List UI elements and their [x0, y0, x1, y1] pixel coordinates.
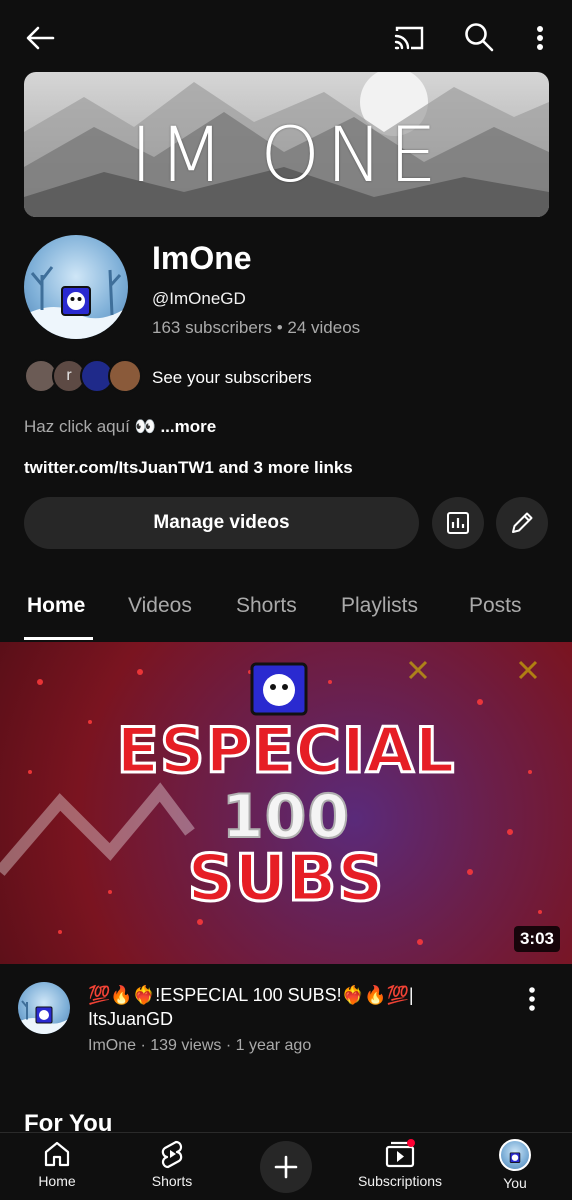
back-button[interactable]: [20, 20, 60, 56]
video-channel-avatar[interactable]: [18, 982, 70, 1034]
nav-you[interactable]: You: [460, 1139, 570, 1191]
channel-name: ImOne: [152, 240, 252, 276]
description-text: Haz click aquí 👀: [24, 417, 156, 436]
tab-home[interactable]: Home: [27, 594, 85, 618]
subscriber-avatars[interactable]: r: [24, 359, 144, 395]
plus-icon: [274, 1155, 298, 1179]
video-duration: 3:03: [513, 926, 560, 952]
top-bar: [0, 0, 572, 72]
pencil-icon: [512, 512, 533, 533]
more-options-button[interactable]: [526, 20, 554, 56]
nav-home-label: Home: [38, 1173, 76, 1189]
subscriptions-icon: [385, 1139, 415, 1168]
channel-handle: @ImOneGD: [152, 289, 246, 308]
analytics-icon: [447, 512, 469, 534]
create-button[interactable]: [260, 1141, 312, 1193]
analytics-button[interactable]: [432, 497, 484, 549]
see-subscribers-link[interactable]: See your subscribers: [152, 368, 312, 388]
more-vertical-icon: [537, 26, 543, 50]
video-thumbnail[interactable]: ESPECIAL 100 SUBS 3:03: [0, 642, 572, 964]
avatar-art: [509, 1152, 521, 1163]
channel-banner[interactable]: IM ONE: [24, 72, 549, 217]
nav-home[interactable]: Home: [2, 1139, 112, 1189]
banner-title: IM ONE: [130, 110, 443, 199]
tab-shorts[interactable]: Shorts: [236, 594, 297, 618]
nav-shorts-label: Shorts: [151, 1173, 193, 1189]
channel-links[interactable]: twitter.com/ItsJuanTW1 and 3 more links: [24, 458, 353, 478]
nav-subscriptions[interactable]: Subscriptions: [345, 1139, 455, 1189]
nav-subscriptions-label: Subscriptions: [357, 1173, 443, 1189]
bottom-navigation: Home Shorts Subscriptions You: [0, 1132, 572, 1200]
more-vertical-icon: [529, 987, 535, 1011]
nav-shorts[interactable]: Shorts: [117, 1139, 227, 1189]
thumbnail-text-especial: ESPECIAL: [115, 713, 456, 789]
cast-button[interactable]: [390, 20, 428, 56]
tab-playlists[interactable]: Playlists: [341, 594, 418, 618]
avatar-art: [24, 266, 128, 339]
channel-avatar[interactable]: [24, 235, 128, 339]
channel-stats: 163 subscribers • 24 videos: [152, 318, 361, 337]
video-more-button[interactable]: [518, 984, 546, 1016]
search-button[interactable]: [460, 18, 498, 56]
video-title[interactable]: 💯🔥❤️‍🔥!ESPECIAL 100 SUBS!❤️‍🔥🔥💯| ItsJuan…: [88, 983, 498, 1031]
search-icon: [465, 23, 494, 52]
channel-description[interactable]: Haz click aquí 👀 ...more: [24, 417, 216, 437]
profile-avatar: [499, 1139, 531, 1171]
subscriber-avatar: [108, 359, 142, 393]
active-tab-indicator: [24, 637, 93, 640]
tab-posts[interactable]: Posts: [469, 594, 522, 618]
subscriber-avatar-initial: r: [66, 367, 72, 384]
tab-videos[interactable]: Videos: [128, 594, 192, 618]
nav-you-label: You: [503, 1175, 527, 1191]
shorts-icon: [161, 1140, 183, 1169]
cast-icon: [394, 26, 424, 50]
thumbnail-text-subs: SUBS: [186, 841, 385, 918]
avatar-art: [18, 1000, 70, 1034]
edit-channel-button[interactable]: [496, 497, 548, 549]
channel-tabs: Home Videos Shorts Playlists Posts: [0, 578, 572, 640]
home-icon: [44, 1141, 70, 1167]
arrow-left-icon: [26, 26, 55, 50]
manage-videos-button[interactable]: Manage videos: [24, 497, 419, 549]
video-meta: ImOne · 139 views · 1 year ago: [88, 1037, 312, 1054]
more-link[interactable]: ...more: [160, 417, 216, 436]
